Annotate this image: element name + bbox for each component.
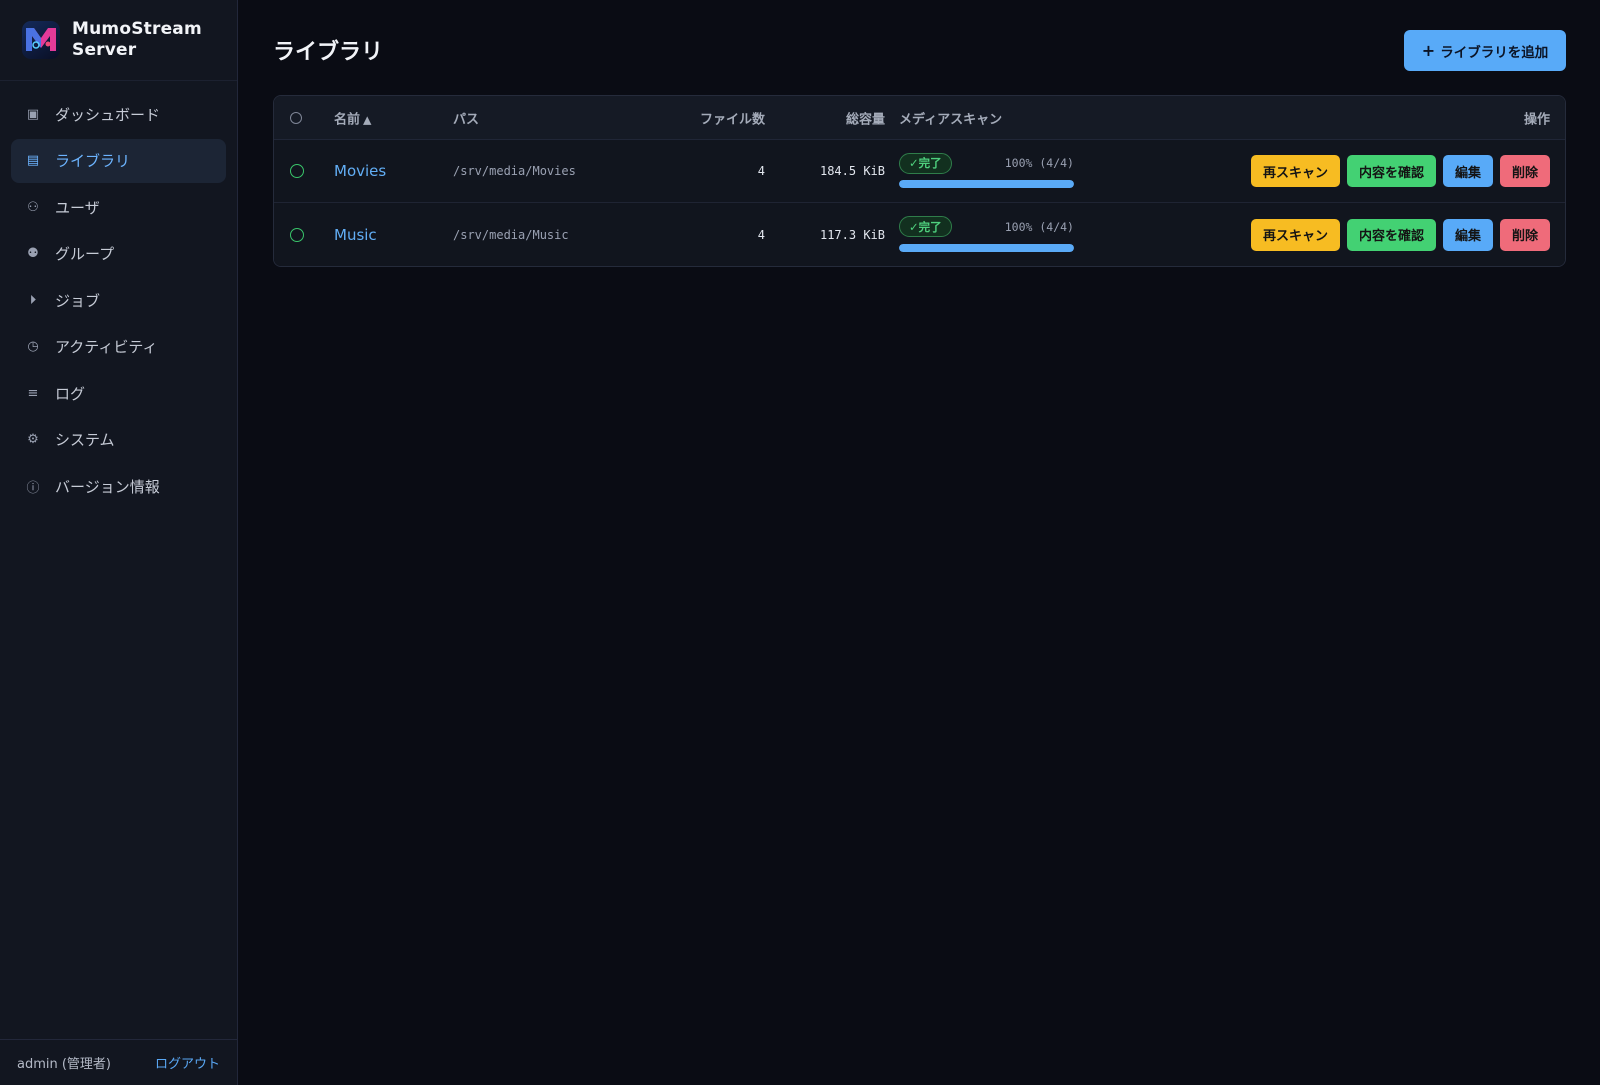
edit-button[interactable]: 編集 [1442,218,1493,251]
main-content: ライブラリ + ライブラリを追加 名前 ▲ パス ファイル数 総容量 メディアスキ… [238,0,1600,1085]
library-path: /srv/media/Movies [453,164,576,178]
media-scan-status: ✓完了 100% (4/4) [899,152,1074,190]
sidebar-item-users[interactable]: ⚇ ユーザ [11,185,226,229]
status-badge: ✓完了 [899,216,952,237]
row-actions: 再スキャン 内容を確認 編集 削除 [1250,155,1550,187]
sidebar-item-label: ジョブ [55,291,101,310]
user-icon: ⚇ [27,199,39,215]
delete-button[interactable]: 削除 [1499,155,1550,187]
row-select-radio[interactable] [290,227,304,242]
sidebar-item-activity[interactable]: ◷ アクティビティ [11,325,226,369]
table-row: Movies /srv/media/Movies 4 184.5 KiB ✓完了… [274,140,1565,203]
column-path-header: パス [453,112,480,127]
scan-progress-text: 100% (4/4) [1004,219,1074,234]
rescan-button[interactable]: 再スキャン [1250,155,1340,187]
sidebar-item-dashboard[interactable]: ▣ ダッシュボード [11,92,226,136]
play-icon: ⏵ [29,292,37,308]
total-size: 117.3 KiB [819,227,885,242]
sidebar-item-label: アクティビティ [55,338,158,356]
view-contents-button[interactable]: 内容を確認 [1346,155,1436,187]
column-size-header: 総容量 [845,112,885,127]
library-name-link[interactable]: Movies [334,162,386,180]
sidebar-item-label: バージョン情報 [55,477,160,496]
gear-icon: ⚙ [27,432,39,447]
app-logo-icon [22,21,60,59]
brand[interactable]: MumoStream Server [0,0,237,81]
clock-icon: ◷ [27,339,39,354]
row-actions: 再スキャン 内容を確認 編集 削除 [1250,218,1550,251]
sidebar-item-label: ダッシュボード [55,105,161,124]
sidebar-item-library[interactable]: ▤ ライブラリ [11,138,226,183]
row-select-radio[interactable] [290,164,304,178]
status-badge: ✓完了 [899,152,952,174]
library-name-link[interactable]: Music [334,226,377,244]
column-scan-header: メディアスキャン [899,112,1003,127]
sidebar-footer: admin (管理者) ログアウト [0,1039,238,1085]
library-table: 名前 ▲ パス ファイル数 総容量 メディアスキャン 操作 Movies /srv… [273,95,1566,267]
info-icon: ⓘ [26,480,40,496]
sidebar: MumoStream Server ▣ ダッシュボード ▤ ライブラリ ⚇ ユー… [0,0,238,1085]
current-user: admin (管理者) [17,1057,112,1072]
add-library-label: ライブラリを追加 [1440,44,1549,61]
select-all-radio[interactable] [290,111,302,124]
library-path: /srv/media/Music [453,227,569,242]
edit-button[interactable]: 編集 [1442,155,1493,187]
add-library-button[interactable]: + ライブラリを追加 [1404,30,1566,71]
plus-icon: + [1421,41,1436,60]
library-icon: ▤ [26,153,40,168]
scan-progress-fill [899,180,1074,188]
file-count: 4 [757,164,765,178]
scan-progress-text: 100% (4/4) [1004,156,1074,170]
scan-progress-bar [899,180,1074,188]
column-actions-header: 操作 [1523,112,1550,127]
sidebar-item-label: グループ [55,245,115,263]
sidebar-item-label: ログ [55,384,86,403]
dashboard-icon: ▣ [26,106,40,122]
column-name-header[interactable]: 名前 ▲ [334,108,371,127]
app-name: MumoStream Server [72,19,202,60]
sidebar-item-about[interactable]: ⓘ バージョン情報 [11,464,226,508]
sidebar-item-label: システム [55,431,115,449]
view-contents-button[interactable]: 内容を確認 [1346,218,1436,251]
list-icon: ≡ [27,385,39,401]
column-files-header: ファイル数 [699,112,765,127]
scan-progress-fill [899,243,1074,252]
sidebar-item-label: ライブラリ [55,152,131,170]
sidebar-nav: ▣ ダッシュボード ▤ ライブラリ ⚇ ユーザ ⚉ グループ ⏵ ジョブ ◷ ア… [0,81,237,508]
file-count: 4 [757,227,765,242]
sidebar-item-groups[interactable]: ⚉ グループ [11,232,226,276]
sidebar-item-jobs[interactable]: ⏵ ジョブ [11,278,226,322]
page-title: ライブラリ [273,40,384,65]
total-size: 184.5 KiB [819,164,885,178]
rescan-button[interactable]: 再スキャン [1250,218,1340,251]
table-header: 名前 ▲ パス ファイル数 総容量 メディアスキャン 操作 [274,96,1565,140]
sort-ascending-icon: ▲ [363,113,372,126]
table-row: Music /srv/media/Music 4 117.3 KiB ✓完了 1… [274,203,1565,266]
logout-link[interactable]: ログアウト [155,1053,220,1072]
delete-button[interactable]: 削除 [1499,218,1550,251]
sidebar-item-system[interactable]: ⚙ システム [11,418,226,462]
media-scan-status: ✓完了 100% (4/4) [899,216,1074,254]
sidebar-item-label: ユーザ [55,198,100,217]
scan-progress-bar [899,243,1074,252]
group-icon: ⚉ [27,246,39,261]
sidebar-item-logs[interactable]: ≡ ログ [11,371,226,415]
